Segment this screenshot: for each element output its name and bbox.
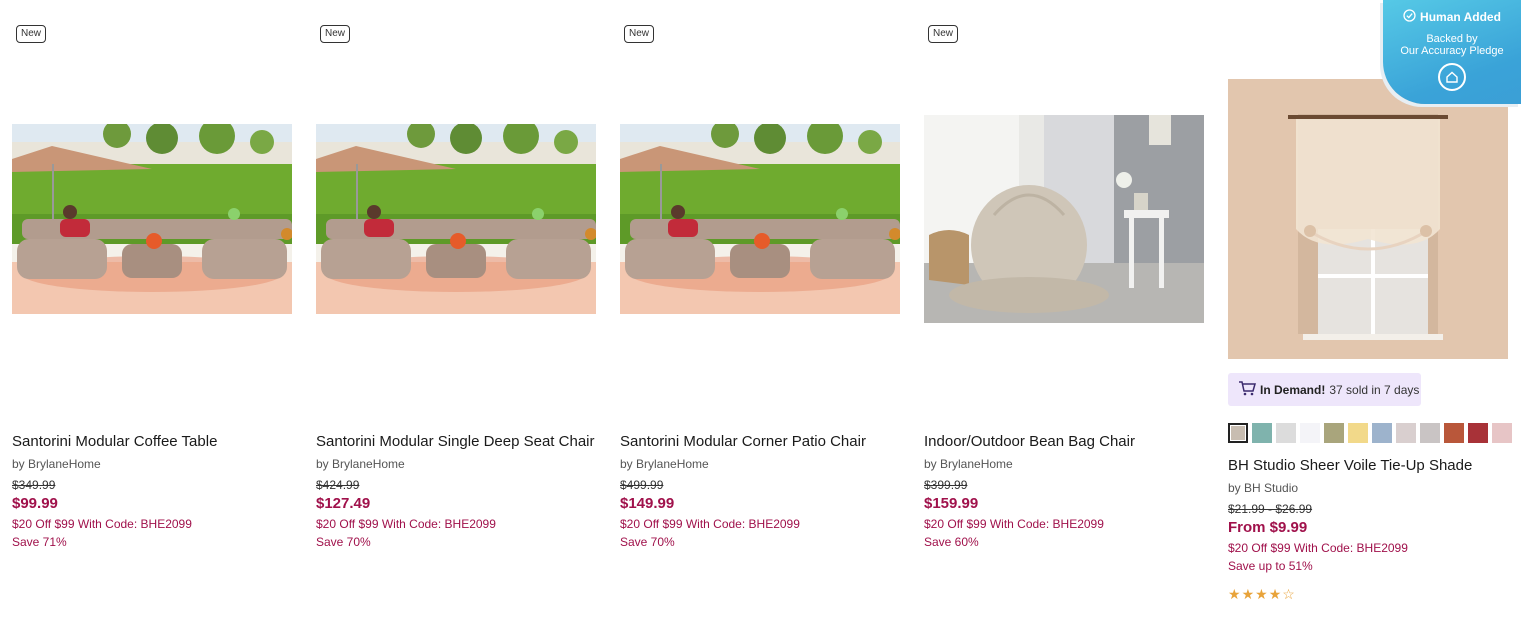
check-circle-icon (1403, 9, 1416, 25)
color-swatch[interactable] (1396, 423, 1416, 443)
sale-price: $159.99 (924, 495, 979, 512)
original-price: $424.99 (316, 478, 360, 492)
product-title[interactable]: Indoor/Outdoor Bean Bag Chair (924, 430, 1204, 454)
product-title[interactable]: Santorini Modular Corner Patio Chair (620, 430, 900, 454)
color-swatch[interactable] (1324, 423, 1344, 443)
new-badge: New (320, 25, 351, 43)
product-image[interactable] (1228, 79, 1508, 359)
product-card[interactable]: New Santorini Modular Coffee Table by Br… (12, 0, 292, 620)
promo-code: $20 Off $99 With Code: BHE2099 (620, 517, 800, 531)
promo-code: $20 Off $99 With Code: BHE2099 (12, 517, 192, 531)
color-swatch[interactable] (1252, 423, 1272, 443)
original-price: $21.99 - $26.99 (1228, 502, 1313, 516)
original-price: $349.99 (12, 478, 56, 492)
color-swatch[interactable] (1420, 423, 1440, 443)
color-swatch[interactable] (1228, 423, 1248, 443)
color-swatches (1228, 423, 1512, 443)
product-card[interactable]: New Santorini Modular Single Deep Seat C… (316, 0, 596, 620)
color-swatch[interactable] (1372, 423, 1392, 443)
savings: Save 60% (924, 535, 979, 549)
savings: Save 70% (620, 535, 675, 549)
product-title[interactable]: Santorini Modular Coffee Table (12, 430, 292, 454)
promo-code: $20 Off $99 With Code: BHE2099 (924, 517, 1104, 531)
sale-price: $149.99 (620, 495, 675, 512)
accuracy-pledge-badge[interactable]: Human Added Backed by Our Accuracy Pledg… (1383, 0, 1521, 104)
star-filled-icon: ★ (1255, 586, 1269, 602)
original-price: $499.99 (620, 478, 664, 492)
promo-code: $20 Off $99 With Code: BHE2099 (316, 517, 496, 531)
color-swatch[interactable] (1276, 423, 1296, 443)
star-filled-icon: ★ (1241, 586, 1256, 602)
new-badge: New (16, 25, 47, 43)
color-swatch[interactable] (1444, 423, 1464, 443)
product-card[interactable]: New Santorini Modular Corner Patio Chair… (620, 0, 900, 620)
savings: Save up to 51% (1228, 559, 1313, 573)
color-swatch[interactable] (1348, 423, 1368, 443)
home-circle-icon[interactable] (1438, 63, 1466, 91)
in-demand-banner: In Demand! 37 sold in 7 days (1228, 373, 1421, 406)
product-image[interactable] (924, 115, 1204, 323)
color-swatch[interactable] (1468, 423, 1488, 443)
promo-code: $20 Off $99 With Code: BHE2099 (1228, 541, 1408, 555)
product-image[interactable] (316, 124, 596, 314)
color-swatch[interactable] (1300, 423, 1320, 443)
product-brand: by BrylaneHome (620, 457, 709, 471)
product-brand: by BrylaneHome (316, 457, 405, 471)
savings: Save 71% (12, 535, 67, 549)
new-badge: New (624, 25, 655, 43)
color-swatch[interactable] (1492, 423, 1512, 443)
sale-price: $127.49 (316, 495, 371, 512)
new-badge: New (928, 25, 959, 43)
cart-icon (1238, 380, 1256, 399)
product-card[interactable]: New Indoor/Outdoor Bean Bag Chair by Bry… (924, 0, 1204, 620)
pledge-line1: Backed by (1426, 33, 1478, 45)
pledge-title: Human Added (1420, 10, 1501, 24)
product-image[interactable] (620, 124, 900, 314)
savings: Save 70% (316, 535, 371, 549)
product-brand: by BH Studio (1228, 481, 1299, 495)
sale-price: From $9.99 (1228, 519, 1308, 536)
star-empty-icon: ☆ (1282, 586, 1296, 602)
product-image[interactable] (12, 124, 292, 314)
product-title[interactable]: BH Studio Sheer Voile Tie-Up Shade (1228, 454, 1508, 478)
product-brand: by BrylaneHome (12, 457, 101, 471)
sale-price: $99.99 (12, 495, 58, 512)
pledge-line2: Our Accuracy Pledge (1400, 45, 1504, 57)
product-brand: by BrylaneHome (924, 457, 1013, 471)
sold-count: 37 sold in 7 days (1329, 382, 1420, 397)
in-demand-label: In Demand! (1260, 382, 1326, 397)
original-price: $399.99 (924, 478, 968, 492)
star-filled-icon: ★ (1268, 586, 1283, 602)
star-filled-icon: ★ (1228, 586, 1242, 602)
product-title[interactable]: Santorini Modular Single Deep Seat Chair (316, 430, 596, 454)
star-rating[interactable]: ★★★★☆ (1228, 586, 1508, 602)
